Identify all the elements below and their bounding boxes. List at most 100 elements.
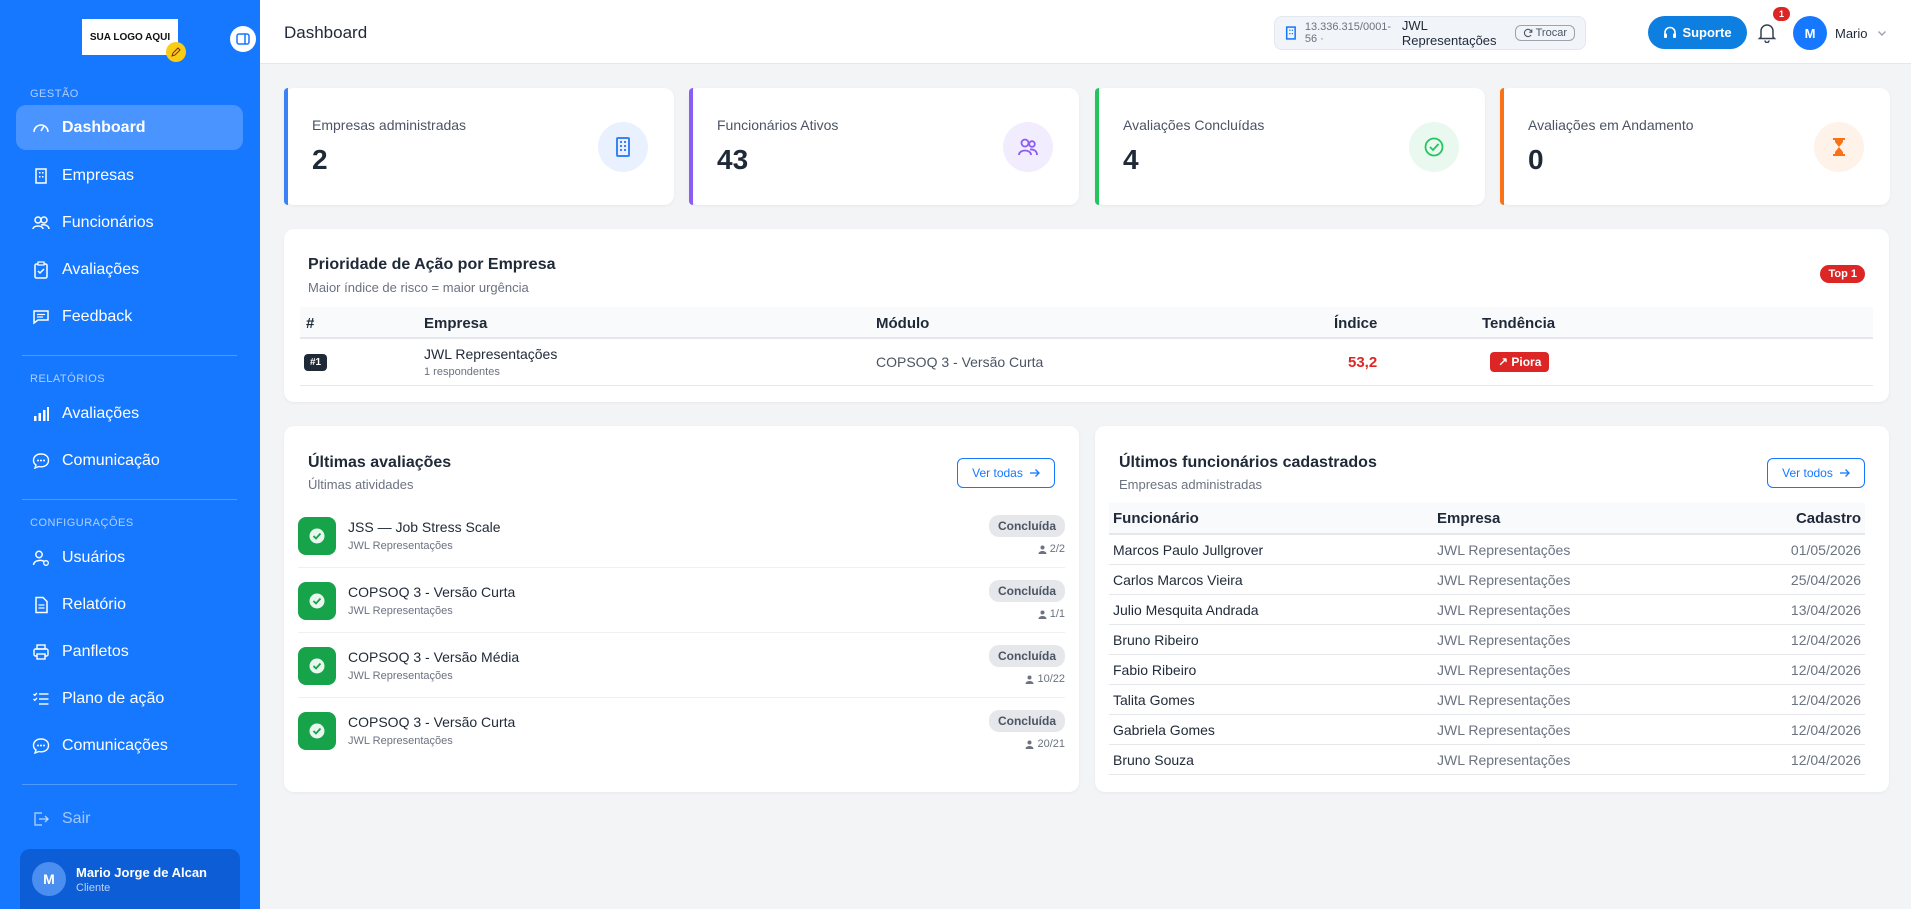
employee-name: Bruno Ribeiro bbox=[1113, 632, 1199, 648]
support-label: Suporte bbox=[1682, 25, 1732, 40]
col-modulo: Módulo bbox=[876, 315, 930, 332]
sidebar-item-label: Comunicação bbox=[62, 451, 160, 469]
view-all-evaluations-button[interactable]: Ver todas bbox=[957, 458, 1055, 488]
respondent-count-value: 2/2 bbox=[1049, 543, 1065, 555]
list-item[interactable]: COPSOQ 3 - Versão Curta JWL Representaçõ… bbox=[298, 568, 1065, 633]
sidebar-item-avaliacoes[interactable]: Avaliações bbox=[16, 247, 243, 292]
respondent-count: 10/22 bbox=[1025, 673, 1065, 685]
user-card[interactable]: M Mario Jorge de Alcan Cliente bbox=[20, 849, 240, 909]
sidebar-item-empresas[interactable]: Empresas bbox=[16, 153, 243, 198]
priority-table-header: # Empresa Módulo Índice Tendência bbox=[300, 307, 1873, 339]
building-icon bbox=[598, 122, 648, 172]
sidebar-item-usuarios[interactable]: Usuários bbox=[16, 535, 243, 580]
avatar: M bbox=[1793, 16, 1827, 50]
user-menu-name: Mario bbox=[1835, 25, 1868, 41]
stat-card-concluidas: Avaliações Concluídas 4 bbox=[1095, 88, 1485, 205]
bell-icon[interactable] bbox=[1756, 21, 1778, 43]
table-row[interactable]: Bruno Ribeiro JWL Representações 12/04/2… bbox=[1109, 625, 1865, 655]
list-item[interactable]: JSS — Job Stress Scale JWL Representaçõe… bbox=[298, 503, 1065, 568]
respondent-count: 2/2 bbox=[1038, 543, 1065, 555]
table-row[interactable]: #1 JWL Representações 1 respondentes COP… bbox=[300, 339, 1873, 386]
sidebar-item-sair[interactable]: Sair bbox=[16, 796, 243, 841]
employees-table-header: Funcionário Empresa Cadastro bbox=[1109, 503, 1865, 535]
table-row[interactable]: Marcos Paulo Jullgrover JWL Representaçõ… bbox=[1109, 535, 1865, 565]
employee-company: JWL Representações bbox=[1437, 722, 1571, 738]
employee-date: 12/04/2026 bbox=[1790, 662, 1861, 678]
sidebar-item-relatorio[interactable]: Relatório bbox=[16, 582, 243, 627]
table-row[interactable]: Gabriela Gomes JWL Representações 12/04/… bbox=[1109, 715, 1865, 745]
employee-name: Bruno Souza bbox=[1113, 752, 1194, 768]
employee-name: Julio Mesquita Andrada bbox=[1113, 602, 1259, 618]
sidebar-item-feedback[interactable]: Feedback bbox=[16, 294, 243, 339]
stat-accent-bar bbox=[689, 88, 693, 205]
list-item[interactable]: COPSOQ 3 - Versão Média JWL Representaçõ… bbox=[298, 633, 1065, 698]
user-menu[interactable]: M Mario bbox=[1793, 16, 1888, 50]
evaluation-name: COPSOQ 3 - Versão Média bbox=[348, 649, 520, 665]
col-funcionario: Funcionário bbox=[1113, 510, 1199, 527]
sidebar-item-relatorio-avaliacoes[interactable]: Avaliações bbox=[16, 391, 243, 436]
switch-company-button[interactable]: Trocar bbox=[1514, 25, 1575, 41]
stat-accent-bar bbox=[284, 88, 288, 205]
sidebar-item-plano-acao[interactable]: Plano de ação bbox=[16, 676, 243, 721]
sidebar-item-panfletos[interactable]: Panfletos bbox=[16, 629, 243, 674]
stat-label: Empresas administradas bbox=[312, 117, 467, 133]
evaluation-list: JSS — Job Stress Scale JWL Representaçõe… bbox=[284, 503, 1079, 778]
sidebar-item-funcionarios[interactable]: Funcionários bbox=[16, 200, 243, 245]
row-modulo: COPSOQ 3 - Versão Curta bbox=[876, 354, 1044, 370]
view-all-employees-button[interactable]: Ver todos bbox=[1767, 458, 1865, 488]
bar-chart-icon bbox=[34, 406, 49, 421]
col-cadastro: Cadastro bbox=[1795, 510, 1861, 527]
sidebar-item-label: Plano de ação bbox=[62, 689, 165, 707]
section-title: Prioridade de Ação por Empresa bbox=[308, 256, 556, 273]
employee-name: Marcos Paulo Jullgrover bbox=[1113, 542, 1264, 558]
status-badge: Concluída bbox=[988, 645, 1065, 667]
row-empresa: JWL Representações bbox=[424, 346, 558, 362]
top-badge: Top 1 bbox=[1820, 265, 1865, 283]
section-title: Últimos funcionários cadastrados bbox=[1119, 454, 1377, 471]
table-row[interactable]: Talita Gomes JWL Representações 12/04/20… bbox=[1109, 685, 1865, 715]
list-item[interactable]: COPSOQ 3 - Versão Curta JWL Representaçõ… bbox=[298, 698, 1065, 763]
employee-company: JWL Representações bbox=[1437, 692, 1571, 708]
evaluation-company: JWL Representações bbox=[348, 735, 453, 747]
rank-badge: #1 bbox=[304, 354, 328, 371]
support-button[interactable]: Suporte bbox=[1648, 16, 1747, 49]
section-relatorios: RELATÓRIOS bbox=[30, 373, 106, 385]
company-selector[interactable]: 13.336.315/0001-56 · JWL Representações … bbox=[1274, 16, 1586, 50]
employee-company: JWL Representações bbox=[1437, 752, 1571, 768]
badge-check-icon bbox=[298, 712, 336, 750]
printer-icon bbox=[33, 643, 49, 660]
sidebar-item-comunicacao[interactable]: Comunicação bbox=[16, 438, 243, 483]
sidebar-item-comunicacoes[interactable]: Comunicações bbox=[16, 723, 243, 768]
switch-company-label: Trocar bbox=[1535, 27, 1567, 39]
table-row[interactable]: Bruno Souza JWL Representações 12/04/202… bbox=[1109, 745, 1865, 775]
sidebar-item-label: Dashboard bbox=[62, 118, 146, 136]
stat-accent-bar bbox=[1500, 88, 1504, 205]
pencil-icon[interactable] bbox=[166, 42, 186, 62]
table-row[interactable]: Carlos Marcos Vieira JWL Representações … bbox=[1109, 565, 1865, 595]
employee-company: JWL Representações bbox=[1437, 632, 1571, 648]
evaluation-name: COPSOQ 3 - Versão Curta bbox=[348, 584, 516, 600]
section-configuracoes: CONFIGURAÇÕES bbox=[30, 517, 134, 529]
respondent-count-value: 10/22 bbox=[1037, 673, 1065, 685]
employee-company: JWL Representações bbox=[1437, 662, 1571, 678]
section-gestao: GESTÃO bbox=[30, 88, 79, 100]
evaluation-name: COPSOQ 3 - Versão Curta bbox=[348, 714, 516, 730]
user-gear-icon bbox=[32, 550, 49, 566]
employee-name: Carlos Marcos Vieira bbox=[1113, 572, 1243, 588]
employee-date: 12/04/2026 bbox=[1790, 692, 1861, 708]
respondent-count: 20/21 bbox=[1025, 738, 1065, 750]
sidebar-toggle-icon[interactable] bbox=[230, 26, 256, 52]
company-cnpj: 13.336.315/0001-56 · bbox=[1304, 21, 1392, 45]
respondent-count-value: 20/21 bbox=[1037, 738, 1065, 750]
section-subtitle: Últimas atividades bbox=[308, 477, 414, 492]
section-subtitle: Empresas administradas bbox=[1119, 477, 1263, 492]
chat-icon bbox=[32, 452, 50, 469]
table-row[interactable]: Julio Mesquita Andrada JWL Representaçõe… bbox=[1109, 595, 1865, 625]
stat-value: 4 bbox=[1123, 144, 1139, 175]
table-row[interactable]: Fabio Ribeiro JWL Representações 12/04/2… bbox=[1109, 655, 1865, 685]
chevron-down-icon bbox=[1877, 31, 1886, 36]
logo: SUA LOGO AQUI bbox=[82, 19, 178, 55]
sidebar-item-dashboard[interactable]: Dashboard bbox=[16, 105, 243, 150]
col-rank: # bbox=[306, 315, 315, 332]
page-title: Dashboard bbox=[284, 23, 368, 42]
